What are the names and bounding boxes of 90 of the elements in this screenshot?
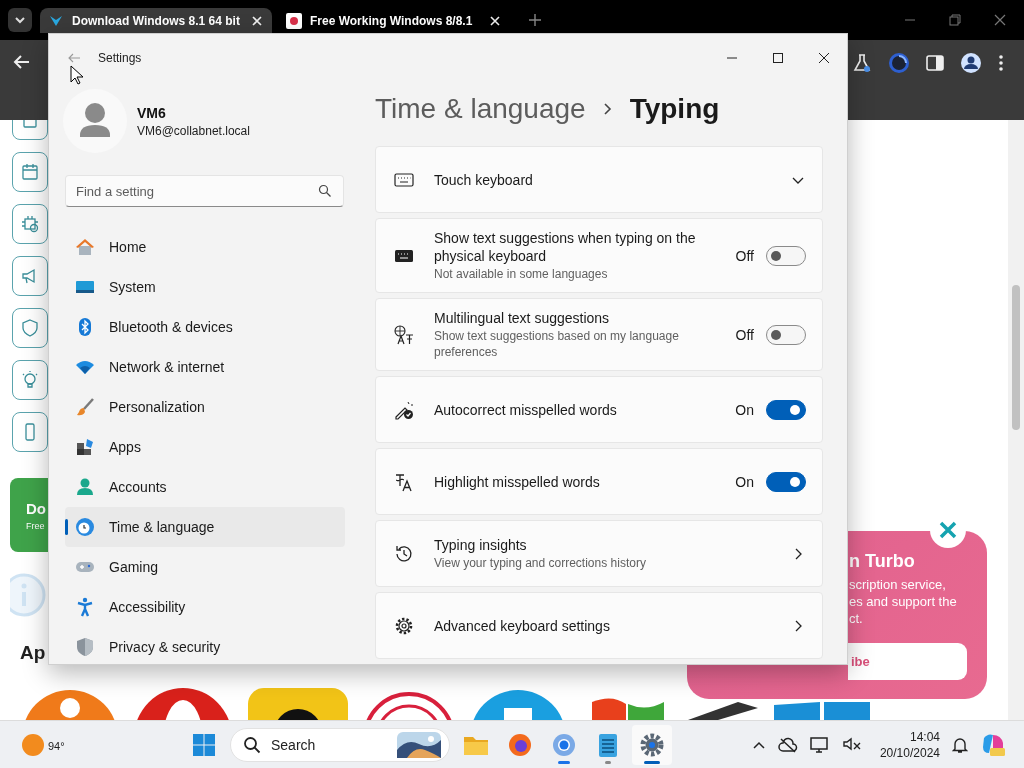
home-icon [75, 237, 95, 257]
new-tab-icon[interactable] [528, 13, 542, 27]
close-icon[interactable] [250, 13, 264, 28]
search-icon [243, 735, 261, 754]
nav-item[interactable]: Privacy & security [65, 627, 345, 664]
toggle-switch[interactable] [766, 471, 806, 492]
toggle-switch[interactable] [766, 245, 806, 266]
start-icon[interactable] [192, 732, 216, 757]
bell-icon[interactable] [952, 735, 968, 754]
toggle-state-label: Off [735, 247, 754, 264]
close-icon[interactable] [818, 52, 830, 64]
setting-description: View your typing and corrections history [434, 555, 647, 571]
scrollbar[interactable] [1008, 120, 1024, 720]
caret-icon [14, 16, 26, 24]
tab-list-button[interactable] [8, 8, 32, 32]
cloud-icon[interactable] [777, 735, 798, 754]
maximize-icon[interactable] [772, 52, 784, 64]
monitor-icon[interactable] [809, 735, 830, 754]
flask-icon[interactable] [852, 53, 872, 73]
setting-description: Not available in some languages [434, 266, 609, 282]
app-logo-icon [248, 688, 348, 720]
nav-item[interactable]: Home [65, 227, 345, 267]
person-icon [75, 477, 95, 497]
popup-title: n Turbo [849, 551, 916, 572]
scrollbar-thumb[interactable] [1012, 285, 1020, 430]
app-icon[interactable] [980, 731, 1006, 758]
setting-title: Highlight misspelled words [434, 472, 601, 491]
brush-icon [75, 397, 95, 417]
chevron-right-icon [601, 101, 614, 117]
section-heading: Ap [20, 642, 46, 664]
browser-tab[interactable]: Free Working Windows 8/8.1 [278, 8, 510, 33]
user-name: VM6 [137, 104, 167, 121]
promo-title: Do [26, 499, 47, 517]
setting-title: Multilingual text suggestions [434, 309, 611, 327]
setting-title: Typing insights [434, 536, 528, 554]
nav-item[interactable]: System [65, 267, 345, 307]
temperature: 94° [48, 739, 65, 752]
nav-item[interactable]: Personalization [65, 387, 345, 427]
search-field[interactable]: Find a setting [65, 175, 344, 207]
toggle-state-label: On [735, 473, 754, 490]
language-icon [394, 324, 414, 345]
globe-clock-icon [75, 517, 95, 537]
nav-item[interactable]: Bluetooth & devices [65, 307, 345, 347]
app-logo-icon [774, 702, 870, 720]
gear-icon[interactable] [632, 724, 672, 765]
subscribe-button[interactable]: ibe [848, 643, 967, 680]
cursor-icon [70, 65, 84, 85]
clock[interactable]: 14:04 20/10/2024 [879, 728, 940, 761]
toggle-switch[interactable] [766, 324, 806, 345]
setting-title: Touch keyboard [434, 170, 534, 189]
pen-check-icon [394, 399, 414, 420]
promo-subtitle: Free [26, 520, 46, 531]
nav-item[interactable]: Apps [65, 427, 345, 467]
nav-item[interactable]: Gaming [65, 547, 345, 587]
settings-card[interactable]: Touch keyboard [375, 146, 823, 213]
sidebar-icon[interactable] [926, 54, 944, 72]
nav-item[interactable]: Accounts [65, 467, 345, 507]
nav-item[interactable]: Time & language [65, 507, 345, 547]
toggle-state-label: Off [735, 326, 754, 343]
setting-title: Autocorrect misspelled words [434, 400, 618, 419]
site-icon [286, 12, 302, 29]
gear-icon [394, 615, 414, 636]
apps-icon [75, 437, 95, 457]
toggle-switch[interactable] [766, 399, 806, 420]
restore-icon[interactable] [948, 13, 962, 27]
popup-text: scription service, es and support the ct. [849, 576, 958, 627]
accessibility-icon [75, 597, 95, 617]
menu-icon[interactable] [998, 54, 1004, 72]
breadcrumb-link[interactable]: Time & language [375, 93, 586, 125]
profile-icon[interactable] [960, 52, 982, 74]
browser-tab[interactable]: Download Windows 8.1 64 bit [40, 8, 272, 33]
toggle-state-label: On [735, 401, 754, 418]
search-icon [318, 184, 332, 198]
page-title: Typing [629, 93, 720, 125]
history-icon [394, 543, 414, 564]
setting-title: Show text suggestions when typing on the physical keyboard [434, 229, 697, 265]
close-icon[interactable] [488, 13, 502, 28]
nav-item[interactable]: Network & internet [65, 347, 345, 387]
avatar [63, 89, 127, 153]
shield-icon [75, 637, 95, 657]
taskbar-search[interactable]: Search [230, 727, 450, 762]
settings-card[interactable]: Typing insights View your typing and corrections history [375, 520, 823, 587]
setting-title: Advanced keyboard settings [434, 616, 611, 635]
text-highlight-icon [394, 471, 414, 492]
user-email: VM6@collabnet.local [137, 123, 250, 138]
settings-card[interactable]: Advanced keyboard settings [375, 592, 823, 659]
window-title: Settings [98, 51, 142, 65]
gauge-icon[interactable] [888, 52, 910, 74]
setting-description: Show text suggestions based on my language preferences [434, 328, 680, 360]
nav-item[interactable]: Accessibility [65, 587, 345, 627]
